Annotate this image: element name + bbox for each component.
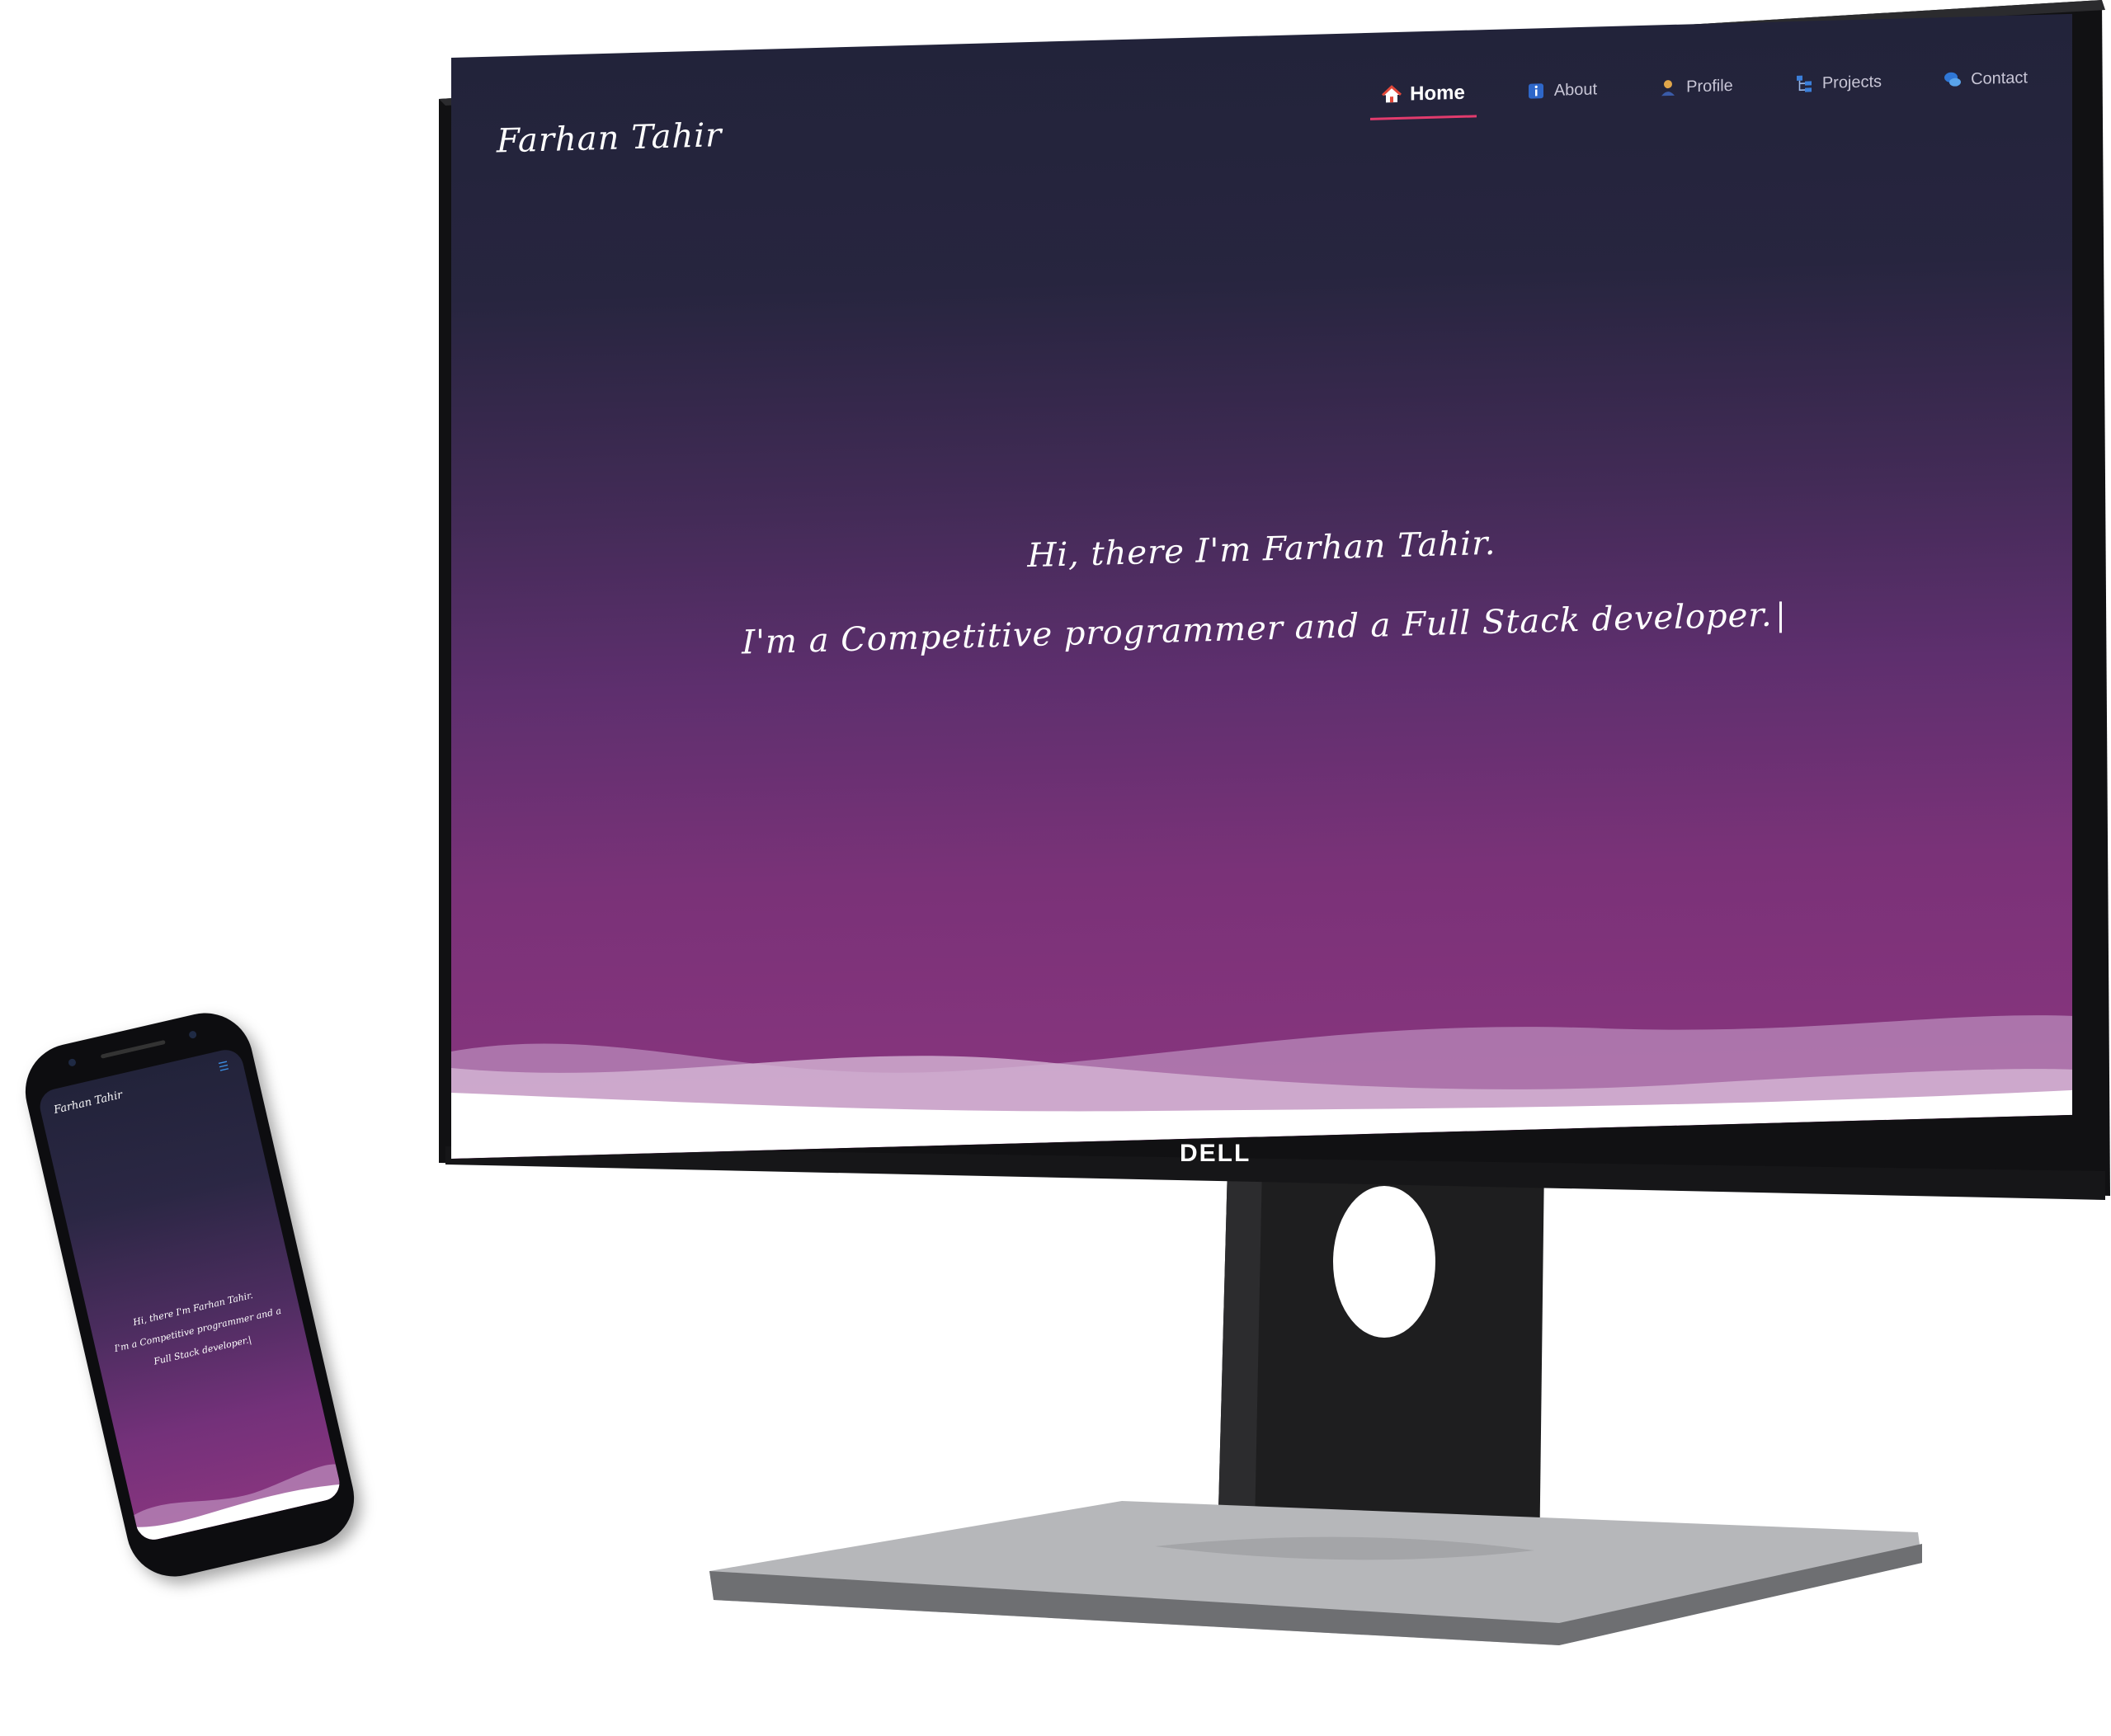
nav-about[interactable]: About bbox=[1515, 71, 1609, 115]
hero-tagline: I'm a Competitive programmer and a Full … bbox=[742, 595, 1773, 662]
site-logo[interactable]: Farhan Tahir bbox=[497, 116, 722, 160]
hero-section: Hi, there I'm Farhan Tahir. I'm a Compet… bbox=[451, 509, 2072, 670]
desktop-screen: Farhan Tahir Home About Profile Projects… bbox=[451, 13, 2072, 1160]
chat-icon bbox=[1944, 72, 1962, 87]
nav-home-label: Home bbox=[1410, 81, 1465, 106]
phone-sensor bbox=[188, 1030, 198, 1039]
nav-contact[interactable]: Contact bbox=[1931, 59, 2039, 104]
typing-cursor bbox=[1779, 601, 1782, 633]
info-icon bbox=[1528, 83, 1543, 99]
mobile-wave-decoration bbox=[134, 1464, 343, 1544]
phone-speaker bbox=[100, 1039, 166, 1059]
hero-typed-text: I'm a Competitive programmer and a Full … bbox=[451, 588, 2072, 670]
nav-profile-label: Profile bbox=[1686, 76, 1733, 96]
nav-contact-label: Contact bbox=[1971, 68, 2028, 88]
hamburger-menu-icon[interactable]: ☰ bbox=[217, 1059, 233, 1074]
home-icon bbox=[1382, 85, 1402, 103]
mockup-stage: Farhan Tahir Home About Profile Projects… bbox=[0, 0, 2111, 1736]
nav-profile[interactable]: Profile bbox=[1647, 68, 1745, 111]
hero-greeting: Hi, there I'm Farhan Tahir. bbox=[1027, 524, 1496, 576]
phone-camera bbox=[68, 1057, 77, 1067]
mobile-hero: Hi, there I'm Farhan Tahir. I'm a Compet… bbox=[99, 1277, 297, 1382]
nav-projects-label: Projects bbox=[1821, 72, 1882, 92]
mobile-logo[interactable]: Farhan Tahir bbox=[53, 1089, 124, 1117]
nav-projects[interactable]: Projects bbox=[1783, 64, 1893, 108]
top-nav: Home About Profile Projects Contact bbox=[1370, 58, 2039, 120]
person-icon bbox=[1661, 80, 1675, 96]
nav-home[interactable]: Home bbox=[1370, 73, 1477, 120]
nav-about-label: About bbox=[1553, 79, 1598, 100]
dell-logo: DELL bbox=[1180, 1140, 1251, 1167]
hierarchy-icon bbox=[1796, 75, 1812, 92]
